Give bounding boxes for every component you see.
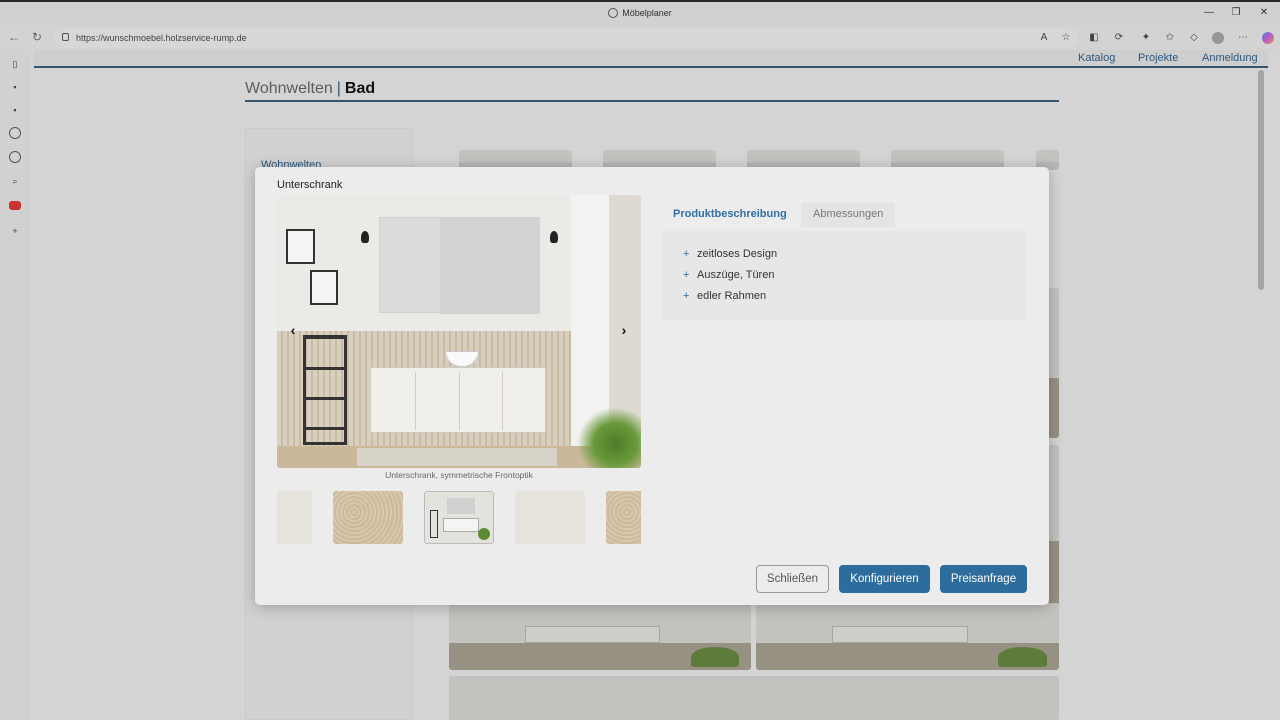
thumbnail[interactable] bbox=[277, 491, 312, 544]
mirror-image bbox=[379, 217, 540, 314]
product-modal: Unterschrank ‹ › Unterschrank, symmetris… bbox=[255, 167, 1049, 605]
tab-dimensions[interactable]: Abmessungen bbox=[801, 203, 896, 227]
list-item: + zeitloses Design bbox=[683, 248, 778, 260]
product-image-gallery[interactable]: ‹ › bbox=[277, 195, 641, 468]
thumbnail[interactable] bbox=[606, 491, 641, 544]
plus-icon: + bbox=[683, 290, 690, 302]
shelf-rack bbox=[303, 335, 347, 445]
list-item: + Auszüge, Türen bbox=[683, 269, 775, 281]
wall-lamp bbox=[550, 231, 558, 243]
configure-button[interactable]: Konfigurieren bbox=[839, 565, 930, 593]
thumbnail-strip bbox=[277, 491, 641, 545]
modal-title: Unterschrank bbox=[277, 179, 343, 191]
feature-text: Auszüge, Türen bbox=[697, 269, 775, 281]
wall-picture bbox=[310, 270, 338, 305]
vanity-cabinet bbox=[370, 367, 546, 433]
feature-text: zeitloses Design bbox=[697, 248, 778, 260]
image-caption: Unterschrank, symmetrische Frontoptik bbox=[385, 470, 533, 480]
chevron-right-icon[interactable]: › bbox=[617, 323, 631, 337]
chevron-left-icon[interactable]: ‹ bbox=[286, 323, 300, 337]
thumbnail-selected[interactable] bbox=[424, 491, 494, 544]
tab-product-description[interactable]: Produktbeschreibung bbox=[661, 203, 799, 227]
thumbnail[interactable] bbox=[333, 491, 403, 544]
wall-picture bbox=[286, 229, 315, 264]
close-button[interactable]: Schließen bbox=[756, 565, 829, 593]
list-item: + edler Rahmen bbox=[683, 290, 767, 302]
feature-list: + zeitloses Design + Auszüge, Türen + edler… bbox=[661, 231, 1027, 320]
thumbnail[interactable] bbox=[515, 491, 585, 544]
price-request-button[interactable]: Preisanfrage bbox=[940, 565, 1027, 593]
wall-lamp bbox=[361, 231, 369, 243]
plus-icon: + bbox=[683, 248, 690, 260]
feature-text: edler Rahmen bbox=[697, 290, 767, 302]
plant-image bbox=[577, 407, 641, 468]
plus-icon: + bbox=[683, 269, 690, 281]
